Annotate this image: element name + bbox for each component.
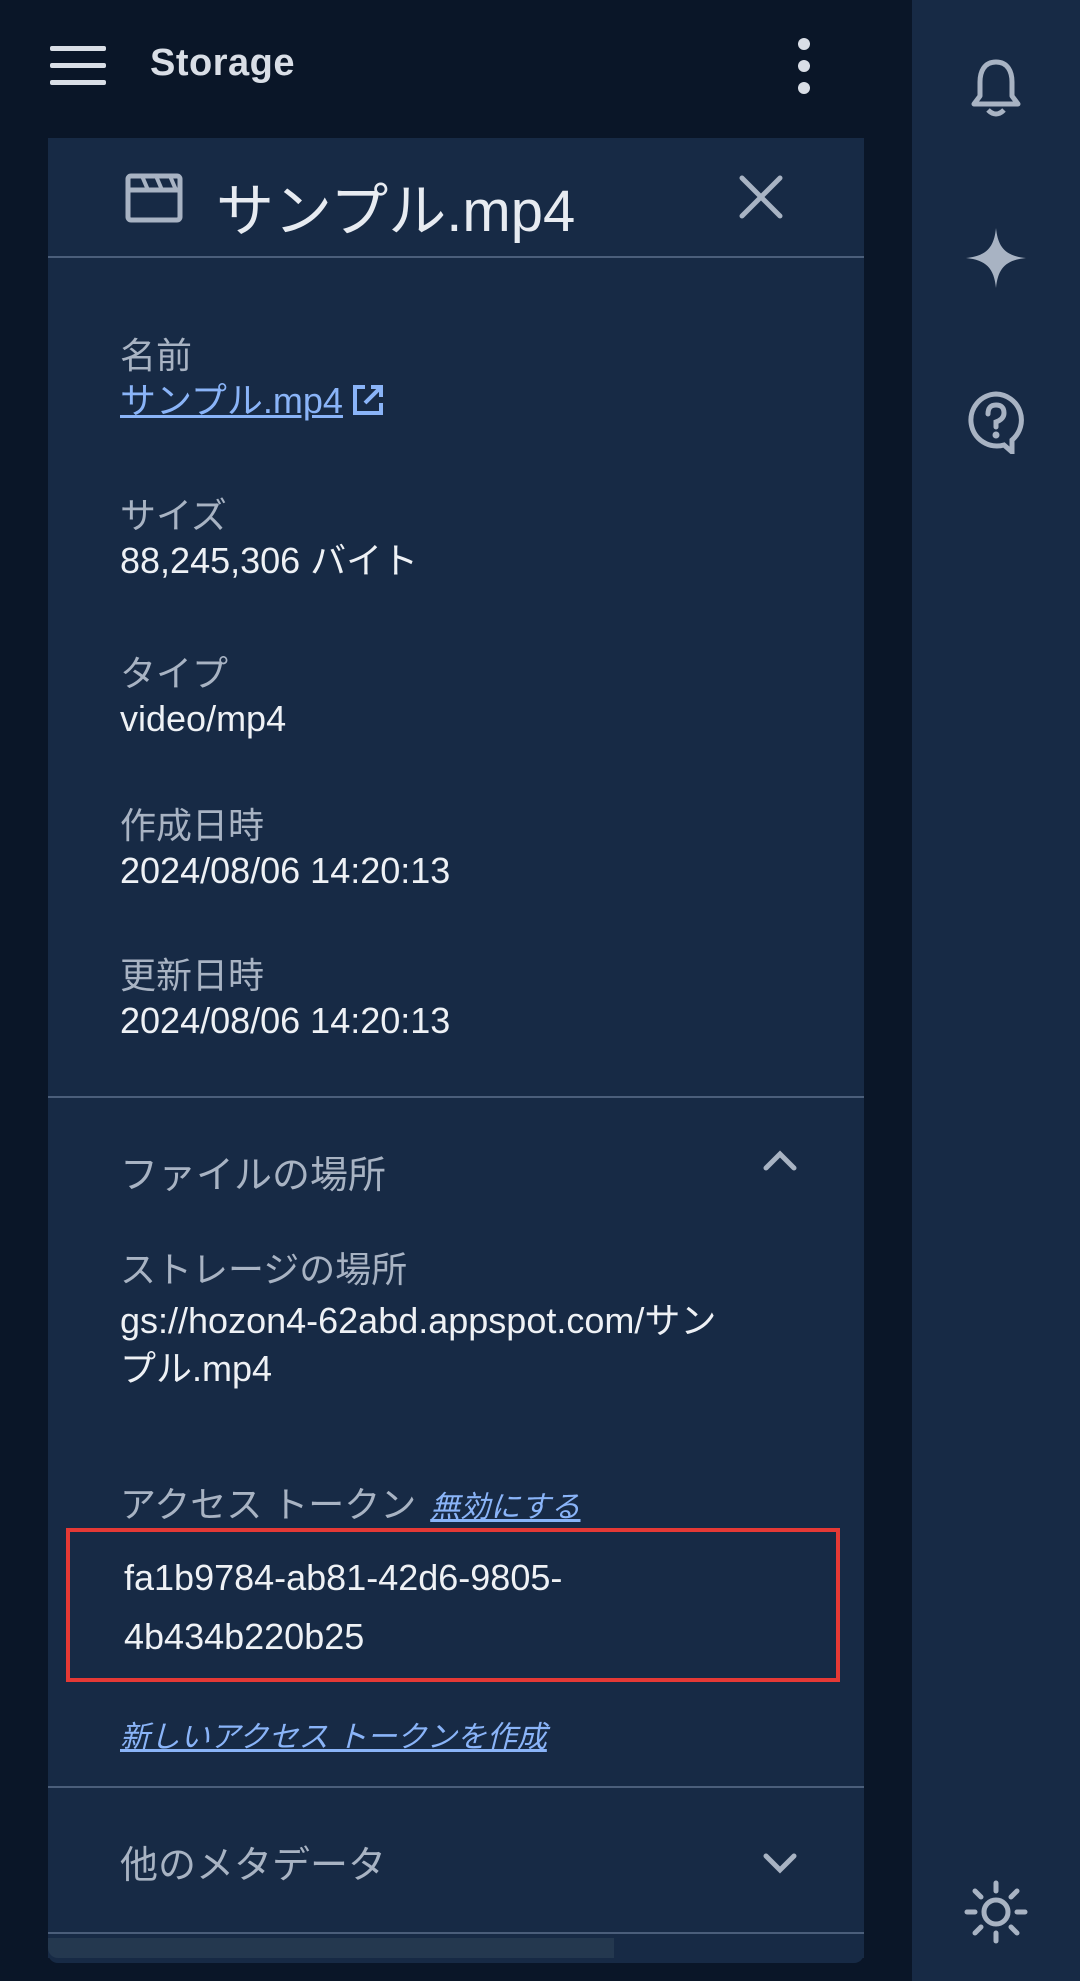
scrollbar-thumb[interactable] (48, 1938, 614, 1958)
horizontal-scrollbar[interactable] (48, 1938, 864, 1958)
revoke-token-link[interactable]: 無効にする (430, 1491, 580, 1524)
name-link[interactable]: サンプル.mp4 (120, 377, 343, 426)
storage-location-field: ストレージの場所 gs://hozon4-62abd.appspot.com/サ… (120, 1248, 716, 1387)
panel-header: サンプル.mp4 (48, 138, 864, 258)
chevron-up-icon[interactable] (758, 1138, 802, 1182)
video-file-icon (122, 166, 186, 230)
sparkle-icon[interactable] (964, 226, 1028, 290)
divider (48, 1096, 864, 1098)
created-label: 作成日時 (120, 805, 265, 846)
name-field: 名前 サンプル.mp4 (120, 334, 387, 426)
size-field: サイズ 88,245,306 バイト (120, 494, 418, 586)
name-label: 名前 (120, 335, 193, 376)
storage-location-label: ストレージの場所 (120, 1249, 408, 1290)
file-details-panel: サンプル.mp4 名前 サンプル.mp4 サイズ 88,245,306 バイト … (48, 138, 864, 1963)
menu-icon[interactable] (50, 44, 106, 88)
app-title: Storage (150, 42, 295, 84)
type-value: video/mp4 (120, 698, 287, 740)
external-link-icon[interactable] (349, 381, 387, 419)
access-token-line-1: fa1b9784-ab81-42d6-9805- (124, 1557, 563, 1598)
divider (48, 1932, 864, 1934)
created-field: 作成日時 2024/08/06 14:20:13 (120, 804, 450, 896)
type-label: タイプ (120, 653, 229, 694)
storage-location-value-2: プル.mp4 (120, 1347, 273, 1389)
size-value: 88,245,306 バイト (120, 540, 419, 582)
divider (48, 1786, 864, 1788)
sun-icon[interactable] (964, 1880, 1028, 1944)
right-rail (912, 0, 1080, 1981)
metadata-section-title[interactable]: 他のメタデータ (120, 1834, 386, 1889)
app-bar: Storage (0, 0, 912, 132)
more-vert-icon[interactable] (788, 36, 820, 96)
access-token-label-row: アクセス トークン 無効にする (120, 1476, 581, 1528)
create-token-link[interactable]: 新しいアクセス トークンを作成 (120, 1712, 547, 1756)
updated-field: 更新日時 2024/08/06 14:20:13 (120, 954, 450, 1046)
panel-title: サンプル.mp4 (216, 179, 576, 244)
access-token-highlight: fa1b9784-ab81-42d6-9805- 4b434b220b25 (66, 1528, 840, 1682)
updated-value: 2024/08/06 14:20:13 (120, 1000, 451, 1042)
size-label: サイズ (120, 495, 227, 536)
access-token-line-2: 4b434b220b25 (124, 1616, 365, 1658)
chevron-down-icon[interactable] (758, 1842, 802, 1886)
updated-label: 更新日時 (120, 955, 265, 996)
bell-icon[interactable] (964, 56, 1028, 120)
storage-location-value-1: gs://hozon4-62abd.appspot.com/サン (120, 1300, 717, 1342)
access-token-label: アクセス トークン (120, 1484, 417, 1525)
main-area: Storage サンプル.mp4 名前 サンプル.mp4 サイズ 88,245,… (0, 0, 912, 1981)
help-icon[interactable] (964, 390, 1028, 454)
location-section-title[interactable]: ファイルの場所 (120, 1144, 386, 1199)
type-field: タイプ video/mp4 (120, 652, 286, 744)
access-token-value[interactable]: fa1b9784-ab81-42d6-9805- 4b434b220b25 (124, 1548, 562, 1667)
close-icon[interactable] (732, 168, 790, 226)
created-value: 2024/08/06 14:20:13 (120, 850, 451, 892)
